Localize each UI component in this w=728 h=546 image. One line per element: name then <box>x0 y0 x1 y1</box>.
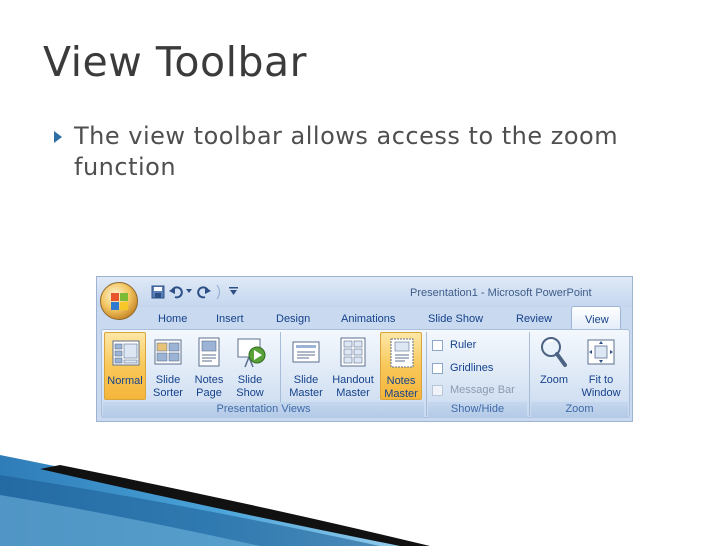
fit-to-window-icon <box>587 339 615 365</box>
tab-insert[interactable]: Insert <box>216 313 244 325</box>
slide-sorter-button[interactable]: Slide Sorter <box>148 332 188 400</box>
message-bar-checkbox-box <box>432 385 443 396</box>
bullet-arrow-icon <box>54 131 62 143</box>
handout-master-icon <box>340 337 366 367</box>
slide-master-label-line1: Slide <box>293 374 319 386</box>
window-title: Presentation1 - Microsoft PowerPoint <box>410 287 592 299</box>
customize-qat-icon[interactable] <box>229 287 238 295</box>
slide-sorter-icon <box>154 339 182 365</box>
notes-master-label-line2: Master <box>384 388 418 400</box>
slide-bottom-decoration <box>0 455 430 546</box>
tab-view[interactable]: View <box>571 306 621 330</box>
slide-show-button[interactable]: Slide Show <box>230 332 270 400</box>
office-logo-icon <box>111 293 128 310</box>
tab-animations[interactable]: Animations <box>341 313 395 325</box>
tab-design[interactable]: Design <box>276 313 310 325</box>
fit-to-window-label-line1: Fit to <box>588 374 614 386</box>
zoom-label: Zoom <box>539 374 569 386</box>
slide-master-icon <box>292 341 320 363</box>
ruler-checkbox-box[interactable] <box>432 340 443 351</box>
notes-master-label-line1: Notes <box>386 375 416 387</box>
ribbon-screenshot: Presentation1 - Microsoft PowerPoint Hom… <box>96 276 633 422</box>
gridlines-label: Gridlines <box>450 362 494 374</box>
handout-master-button[interactable]: Handout Master <box>328 332 378 400</box>
zoom-button[interactable]: Zoom <box>534 332 574 400</box>
save-icon[interactable] <box>151 285 165 299</box>
show-hide-group-label: Show/Hide <box>450 403 505 415</box>
qat-separator-icon <box>216 284 220 300</box>
notes-page-label-line2: Page <box>196 387 222 399</box>
slide-show-label-line1: Slide <box>237 374 263 386</box>
handout-master-label-line2: Master <box>336 387 370 399</box>
title-bar: Presentation1 - Microsoft PowerPoint <box>97 277 632 307</box>
tab-home[interactable]: Home <box>158 313 187 325</box>
slide-master-button[interactable]: Slide Master <box>286 332 326 400</box>
message-bar-label: Message Bar <box>450 384 515 396</box>
normal-view-icon <box>112 340 140 366</box>
handout-master-label-line1: Handout <box>332 374 374 386</box>
slide-title: View Toolbar <box>43 38 307 86</box>
ribbon-tabs: Home Insert Design Animations Slide Show… <box>97 307 632 329</box>
magnifier-icon <box>541 337 567 367</box>
slide-sorter-label-line2: Sorter <box>153 387 183 399</box>
redo-icon[interactable] <box>197 285 211 299</box>
tab-slide-show[interactable]: Slide Show <box>428 313 483 325</box>
tab-view-label: View <box>585 314 609 326</box>
office-button[interactable] <box>100 282 138 320</box>
ribbon-body: Presentation Views Show/Hide Zoom Normal <box>101 329 630 418</box>
slide-show-label-line2: Show <box>236 387 264 399</box>
normal-view-label: Normal <box>107 375 143 387</box>
presentation-views-group-label: Presentation Views <box>216 403 311 415</box>
undo-icon[interactable] <box>169 285 183 299</box>
gridlines-checkbox-box[interactable] <box>432 363 443 374</box>
notes-master-button[interactable]: Notes Master <box>380 332 422 400</box>
ruler-label: Ruler <box>450 339 477 351</box>
group-separator <box>426 332 427 416</box>
notes-master-icon <box>390 338 414 368</box>
slide-sorter-label-line1: Slide <box>155 374 181 386</box>
zoom-group-label: Zoom <box>565 403 594 415</box>
notes-page-label-line1: Notes <box>194 374 224 386</box>
undo-dropdown-icon[interactable] <box>186 289 192 293</box>
normal-view-button[interactable]: Normal <box>104 332 146 400</box>
notes-page-button[interactable]: Notes Page <box>190 332 228 400</box>
notes-page-icon <box>198 337 220 367</box>
slide-master-label-line2: Master <box>289 387 323 399</box>
slide-show-icon <box>237 338 266 368</box>
tab-review[interactable]: Review <box>516 313 552 325</box>
quick-access-toolbar <box>145 283 245 303</box>
group-separator <box>529 332 530 416</box>
views-separator <box>280 332 281 402</box>
fit-to-window-button[interactable]: Fit to Window <box>576 332 626 400</box>
bullet-text: The view toolbar allows access to the zo… <box>74 122 619 181</box>
fit-to-window-label-line2: Window <box>581 387 621 399</box>
